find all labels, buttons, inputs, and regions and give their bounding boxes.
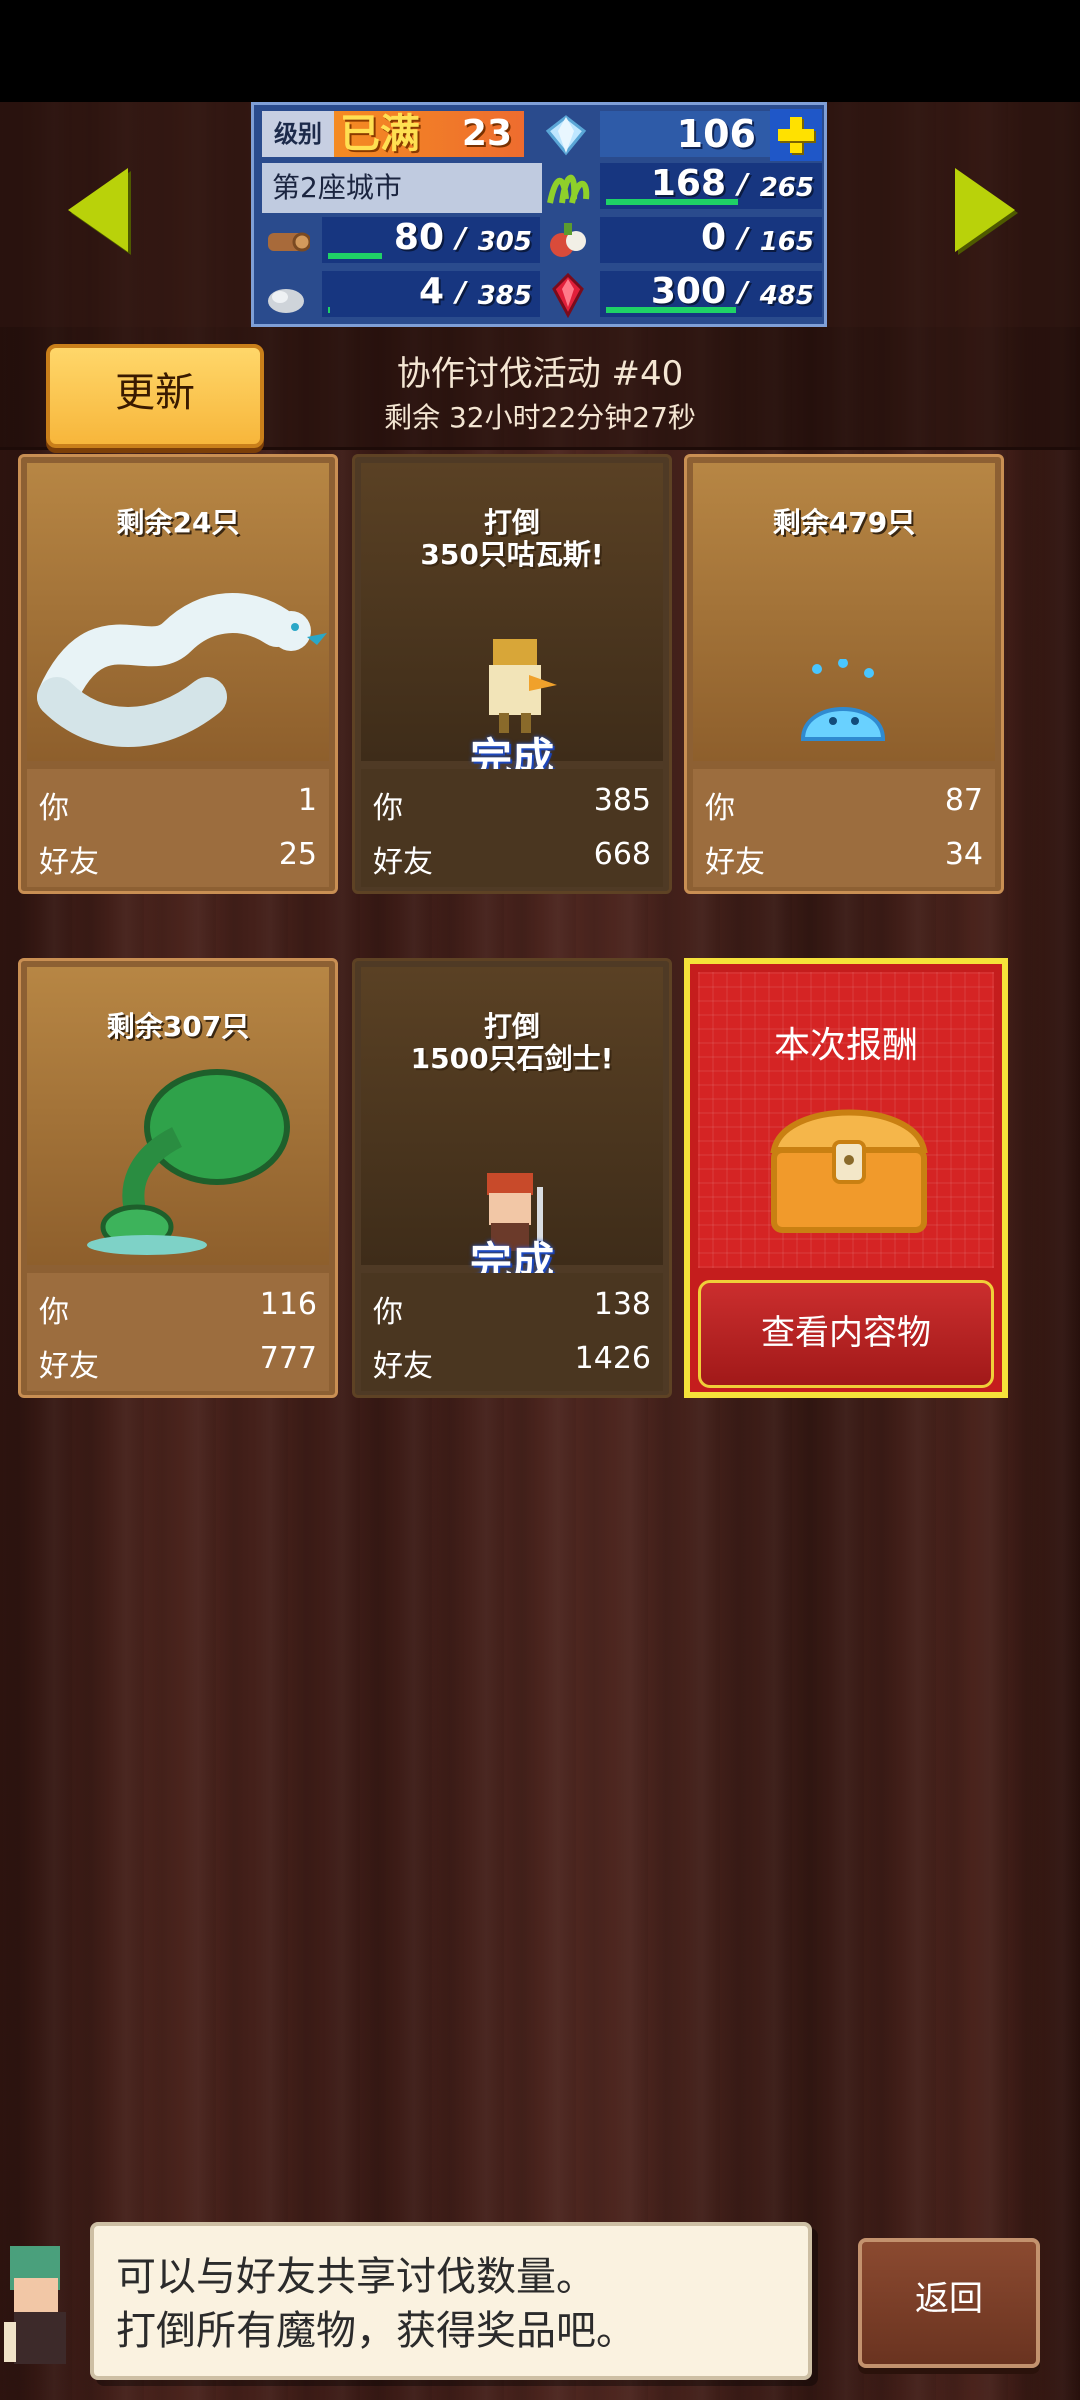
ruby-slash: / (737, 275, 748, 308)
gem-icon (544, 113, 588, 157)
monster-card-2[interactable]: 打倒 350只咕瓦斯! 完成 你 385 好友 668 (352, 454, 672, 894)
level-label: 级别 (262, 111, 334, 157)
add-gems-button[interactable] (770, 109, 822, 161)
green-plant-icon (87, 1069, 290, 1255)
grass-fill (606, 199, 738, 205)
monster-card-5[interactable]: 打倒 1500只石剑士! 完成 你 138 好友 1426 (352, 958, 672, 1398)
you-label: 你 (373, 791, 403, 826)
you-count: 385 (593, 783, 651, 818)
grass-icon (544, 163, 592, 211)
wood-slash: / (455, 221, 466, 254)
food-icon (544, 217, 592, 265)
you-label: 你 (39, 1295, 69, 1330)
friend-label: 好友 (39, 845, 99, 880)
advisor-portrait-icon (4, 2246, 66, 2364)
food-slash: / (737, 221, 748, 254)
friend-count: 668 (593, 837, 651, 872)
friend-count: 25 (278, 837, 317, 872)
you-count: 116 (259, 1287, 317, 1322)
prev-arrow-icon[interactable] (68, 168, 128, 252)
wood-current: 80 (393, 217, 444, 258)
level-value: 23 (461, 113, 512, 154)
stone-slash: / (455, 275, 466, 308)
monster-card-title: 剩余307只 (106, 1010, 250, 1043)
event-title: 协作讨伐活动 #40 (396, 354, 684, 394)
monster-card-title: 剩余479只 (772, 506, 916, 539)
friend-label: 好友 (39, 1349, 99, 1384)
stone-icon (262, 271, 310, 319)
grass-resource: 168 / 265 (600, 163, 822, 209)
monster-card-stats: 你 87 好友 34 (693, 769, 995, 887)
monster-card-1[interactable]: 剩余24只 你 1 好友 25 (18, 454, 338, 894)
you-label: 你 (373, 1295, 403, 1330)
you-label: 你 (705, 791, 735, 826)
grass-max: 265 (759, 173, 814, 203)
tip-dialog: 可以与好友共享讨伐数量。 打倒所有魔物，获得奖品吧。 (90, 2222, 812, 2380)
you-label: 你 (39, 791, 69, 826)
friend-label: 好友 (373, 845, 433, 880)
reward-title: 本次报酬 (773, 1025, 918, 1066)
wood-icon (262, 217, 312, 265)
friend-count: 777 (259, 1341, 317, 1376)
ruby-fill (606, 307, 736, 313)
stone-resource: 4 / 385 (322, 271, 540, 317)
stone-max: 385 (477, 281, 532, 311)
monster-card-4[interactable]: 剩余307只 你 116 好友 777 (18, 958, 338, 1398)
friend-label: 好友 (373, 1349, 433, 1384)
update-button[interactable]: 更新 (46, 344, 264, 448)
gem-count: 106 (600, 111, 770, 157)
monster-card-title: 打倒 1500只石剑士! (410, 1010, 614, 1075)
you-count: 1 (297, 783, 317, 818)
monster-card-title: 打倒 350只咕瓦斯! (420, 506, 604, 571)
resource-panel: 级别 已满 23 106 第2座城市 168 / 265 80 / 305 0 … (251, 102, 827, 327)
food-max: 165 (759, 227, 814, 257)
bird-knight-icon (489, 639, 557, 733)
food-current: 0 (700, 217, 726, 258)
monster-card-top: 剩余24只 (27, 463, 329, 761)
wood-resource: 80 / 305 (322, 217, 540, 263)
treasure-chest-icon (770, 1109, 928, 1233)
monster-card-top: 剩余479只 (693, 463, 995, 761)
view-contents-button[interactable]: 查看内容物 (698, 1280, 994, 1388)
friend-count: 34 (944, 837, 983, 872)
friend-count: 1426 (574, 1341, 651, 1376)
monster-card-top: 打倒 350只咕瓦斯! 完成 (361, 463, 663, 783)
monster-card-stats: 你 1 好友 25 (27, 769, 329, 887)
event-time-left: 剩余 32小时22分钟27秒 (384, 401, 696, 434)
monster-card-3[interactable]: 剩余479只 你 87 好友 34 (684, 454, 1004, 894)
grass-slash: / (737, 167, 748, 200)
monster-card-stats: 你 116 好友 777 (27, 1273, 329, 1391)
next-arrow-icon[interactable] (955, 168, 1015, 252)
monster-card-stats: 你 385 好友 668 (361, 769, 663, 887)
monster-card-title: 剩余24只 (116, 506, 240, 539)
tip-line-1: 可以与好友共享讨伐数量。 (116, 2254, 596, 2300)
wood-max: 305 (477, 227, 532, 257)
monster-card-top: 打倒 1500只石剑士! 完成 (361, 967, 663, 1287)
back-button[interactable]: 返回 (858, 2238, 1040, 2368)
water-slime-icon (800, 659, 886, 741)
you-count: 87 (944, 783, 983, 818)
friend-label: 好友 (705, 845, 765, 880)
stone-fill (328, 307, 330, 313)
stone-current: 4 (418, 271, 444, 312)
ruby-icon (544, 271, 592, 319)
level-bar: 已满 23 (334, 111, 524, 157)
reward-card[interactable]: 本次报酬 查看内容物 (684, 958, 1008, 1398)
tip-line-2: 打倒所有魔物，获得奖品吧。 (116, 2308, 636, 2354)
monster-card-stats: 你 138 好友 1426 (361, 1273, 663, 1391)
status-bar-area (0, 0, 1080, 102)
ruby-max: 485 (759, 281, 814, 311)
reward-panel: 本次报酬 (698, 972, 994, 1268)
white-serpent-icon (37, 593, 327, 747)
level-max-text: 已满 (340, 111, 420, 157)
wood-fill (328, 253, 382, 259)
you-count: 138 (593, 1287, 651, 1322)
ruby-resource: 300 / 485 (600, 271, 822, 317)
food-resource: 0 / 165 (600, 217, 822, 263)
monster-card-top: 剩余307只 (27, 967, 329, 1265)
city-name: 第2座城市 (262, 163, 542, 213)
